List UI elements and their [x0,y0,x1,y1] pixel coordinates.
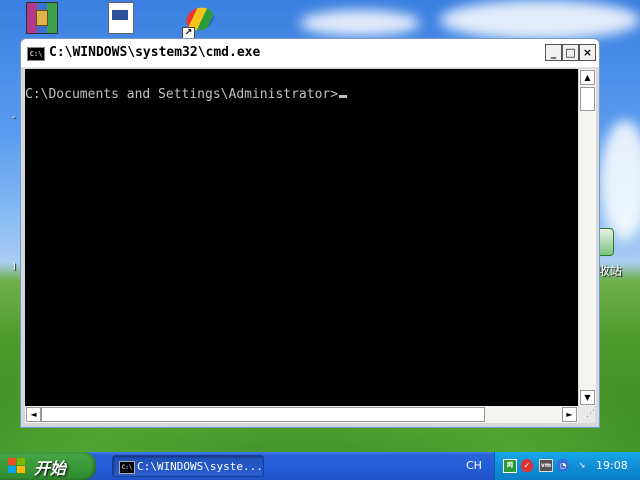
taskbar-button-label: C:\WINDOWS\syste... [137,460,263,473]
scroll-left-button[interactable]: ◄ [26,407,41,422]
wallpaper-cloud [600,120,640,240]
security-shield-icon[interactable]: ✓ [521,459,533,472]
title-bar[interactable]: C:\ C:\WINDOWS\system32\cmd.exe _ □ × [21,39,599,68]
clock[interactable]: 19:08 [596,459,628,472]
recycle-bin-label[interactable]: 收站 [598,262,622,279]
language-indicator[interactable]: CH [466,459,482,472]
recycle-bin-icon[interactable] [598,226,616,260]
wallpaper-cloud [300,10,420,36]
vmware-tools-icon[interactable]: vm [539,459,553,472]
scroll-right-button[interactable]: ► [562,407,577,422]
text-cursor [339,95,348,98]
desktop-icon-fragment: l [13,262,16,273]
console-icon[interactable]: C:\ [27,47,45,61]
maximize-button[interactable]: □ [562,44,579,61]
start-label: 开始 [34,459,67,478]
vertical-scroll-thumb[interactable] [580,87,595,111]
desktop-icon-fragment: - [12,112,16,123]
horizontal-scroll-thumb[interactable] [41,407,485,422]
resize-grip-icon[interactable]: ⋰ [578,406,595,423]
horizontal-scrollbar[interactable]: ◄ ► [25,406,578,423]
vertical-scrollbar[interactable]: ▲ ▼ [578,69,596,406]
windows-logo-icon [8,458,26,474]
scroll-down-button[interactable]: ▼ [580,390,595,405]
cmd-window[interactable]: C:\ C:\WINDOWS\system32\cmd.exe _ □ × C:… [20,38,600,428]
close-button[interactable]: × [579,44,596,61]
input-method-icon[interactable]: ◔ [557,459,569,471]
command-prompt-line: C:\Documents and Settings\Administrator> [25,87,348,102]
winrar-icon[interactable] [24,2,60,36]
taskbar-button-cmd[interactable]: C:\ C:\WINDOWS\syste... [112,455,264,477]
window-title: C:\WINDOWS\system32\cmd.exe [49,45,261,60]
exe-file-icon[interactable] [104,0,140,34]
shortcut-app-icon[interactable]: ↗ [182,3,218,40]
minimize-button[interactable]: _ [545,44,562,61]
start-button[interactable]: 开始 [0,452,96,480]
wallpaper-cloud [440,0,640,40]
network-icon[interactable]: 网 [503,459,517,473]
console-icon: C:\ [119,461,135,474]
safely-remove-hardware-icon[interactable]: ↘ [575,459,589,473]
scroll-up-button[interactable]: ▲ [580,70,595,85]
prompt-text: C:\Documents and Settings\Administrator> [25,87,339,102]
console-area[interactable]: C:\Documents and Settings\Administrator> [25,69,578,406]
taskbar: 开始 C:\ C:\WINDOWS\syste... CH 网 ✓ vm ◔ ↘… [0,452,640,480]
